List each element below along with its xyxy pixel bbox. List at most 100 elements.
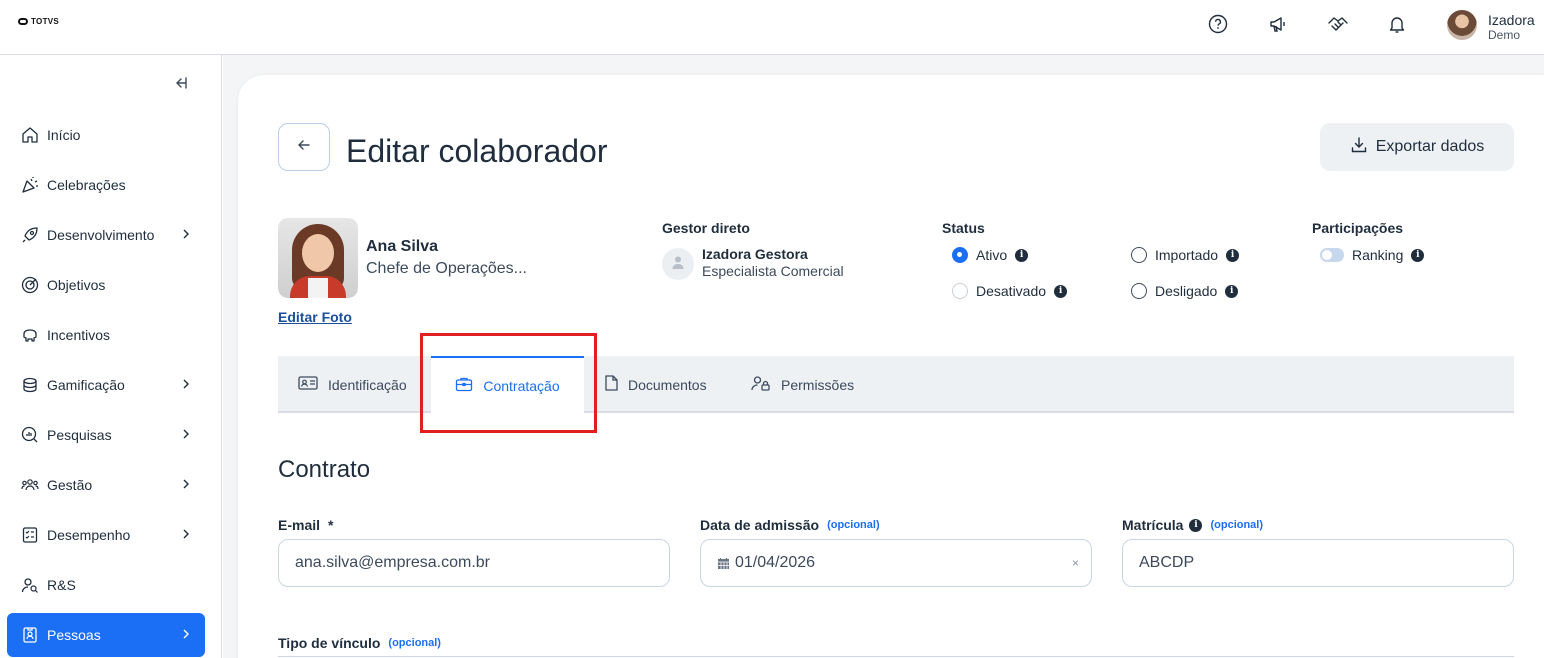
download-icon <box>1350 136 1368 159</box>
manager-name[interactable]: Izadora Gestora <box>702 246 808 262</box>
page-title: Editar colaborador <box>346 133 608 169</box>
rocket-icon <box>21 226 39 244</box>
chevron-right-icon <box>179 377 193 391</box>
info-icon[interactable]: i <box>1411 248 1425 262</box>
user-subtitle: Demo <box>1488 28 1521 42</box>
sidebar-item-incentivos[interactable]: Incentivos <box>7 313 205 357</box>
sidebar-item-gamificacao[interactable]: Gamificação <box>7 363 205 407</box>
radio-unchecked[interactable] <box>1131 247 1147 263</box>
status-radio-ativo[interactable]: Ativo i <box>952 247 1029 263</box>
admission-date-label: Data de admissão (opcional) <box>700 517 880 533</box>
contract-section-title: Contrato <box>278 456 371 483</box>
status-radio-importado[interactable]: Importado i <box>1131 247 1240 263</box>
tab-identificacao[interactable]: Identificação <box>298 356 407 413</box>
email-field[interactable]: ana.silva@empresa.com.br <box>278 539 670 587</box>
user-avatar[interactable] <box>1447 10 1477 40</box>
chevron-right-icon <box>179 227 193 241</box>
survey-icon <box>21 426 39 444</box>
sidebar-item-label: Pesquisas <box>47 427 112 443</box>
sidebar-item-label: Gestão <box>47 477 93 493</box>
calendar-icon[interactable] <box>717 557 730 570</box>
sidebar-item-label: Incentivos <box>47 327 111 343</box>
recruit-icon <box>21 576 39 594</box>
info-icon[interactable]: i <box>1225 284 1239 298</box>
bell-icon[interactable] <box>1386 13 1408 35</box>
totvs-logo[interactable]: TOTVS <box>18 17 59 26</box>
employee-name: Ana Silva <box>366 238 439 255</box>
admission-date-field[interactable]: 01/04/2026 × <box>700 539 1092 587</box>
sidebar-item-label: Objetivos <box>47 277 106 293</box>
handshake-icon[interactable] <box>1327 13 1349 35</box>
user-placeholder-icon <box>671 255 685 274</box>
participations-section-label: Participações <box>1312 220 1404 236</box>
chevron-right-icon <box>179 527 193 541</box>
sidebar-item-inicio[interactable]: Início <box>7 113 205 157</box>
sidebar-item-label: Gamificação <box>47 377 125 393</box>
chevron-right-icon <box>179 627 193 641</box>
info-icon[interactable]: i <box>1226 248 1240 262</box>
coins-icon <box>21 376 39 394</box>
clear-date-icon[interactable]: × <box>1072 556 1079 570</box>
sidebar-item-label: Celebrações <box>47 177 126 193</box>
team-icon <box>21 476 39 494</box>
employee-photo <box>278 218 358 298</box>
target-icon <box>21 276 39 294</box>
sidebar-item-pesquisas[interactable]: Pesquisas <box>7 413 205 457</box>
megaphone-icon[interactable] <box>1267 13 1289 35</box>
sidebar-item-label: Desenvolvimento <box>47 227 155 243</box>
user-name[interactable]: Izadora <box>1488 12 1535 28</box>
piggy-bank-icon <box>21 326 39 344</box>
registration-field[interactable]: ABCDP <box>1122 539 1514 587</box>
sidebar-item-label: R&S <box>47 577 76 593</box>
info-icon[interactable]: i <box>1189 518 1203 532</box>
optional-tag: (opcional) <box>827 519 880 531</box>
ranking-toggle-row[interactable]: Ranking i <box>1320 247 1425 263</box>
document-icon <box>604 375 618 394</box>
sidebar-item-label: Desempenho <box>47 527 131 543</box>
link-type-label: Tipo de vínculo (opcional) <box>278 635 441 651</box>
tab-permissoes[interactable]: Permissões <box>751 356 854 413</box>
sidebar-item-label: Início <box>47 127 81 143</box>
export-data-button[interactable]: Exportar dados <box>1320 123 1514 171</box>
sidebar-item-celebracoes[interactable]: Celebrações <box>7 163 205 207</box>
user-lock-icon <box>751 375 771 394</box>
highlight-annotation-box <box>420 333 597 433</box>
badge-icon <box>21 626 39 644</box>
party-icon <box>21 176 39 194</box>
required-mark: * <box>328 517 334 533</box>
registration-label: Matrícula i (opcional) <box>1122 517 1264 533</box>
help-icon[interactable] <box>1207 13 1229 35</box>
status-section-label: Status <box>942 220 985 236</box>
edit-photo-link[interactable]: Editar Foto <box>278 309 352 325</box>
back-button[interactable] <box>278 123 330 171</box>
ranking-toggle[interactable] <box>1320 248 1344 262</box>
radio-disabled <box>952 283 968 299</box>
checklist-icon <box>21 526 39 544</box>
radio-unchecked[interactable] <box>1131 283 1147 299</box>
optional-tag: (opcional) <box>388 637 441 649</box>
sidebar-item-label: Pessoas <box>47 627 101 643</box>
sidebar-item-rs[interactable]: R&S <box>7 563 205 607</box>
sidebar-item-gestao[interactable]: Gestão <box>7 463 205 507</box>
manager-role: Especialista Comercial <box>702 263 844 279</box>
logo-mark-icon <box>18 18 28 25</box>
id-card-icon <box>298 375 318 394</box>
chevron-right-icon <box>179 427 193 441</box>
top-bar: TOTVS Izadora Demo <box>0 0 1544 55</box>
arrow-left-icon <box>296 137 312 158</box>
status-radio-desligado[interactable]: Desligado i <box>1131 283 1239 299</box>
employee-role: Chefe de Operações... <box>366 260 527 277</box>
collapse-sidebar-icon[interactable] <box>172 75 190 93</box>
info-icon[interactable]: i <box>1015 248 1029 262</box>
status-radio-desativado[interactable]: Desativado i <box>952 283 1068 299</box>
radio-checked[interactable] <box>952 247 968 263</box>
optional-tag: (opcional) <box>1210 519 1264 531</box>
sidebar-item-objetivos[interactable]: Objetivos <box>7 263 205 307</box>
home-icon <box>21 126 39 144</box>
tab-documentos[interactable]: Documentos <box>604 356 707 413</box>
sidebar-item-desenvolvimento[interactable]: Desenvolvimento <box>7 213 205 257</box>
info-icon[interactable]: i <box>1054 284 1068 298</box>
sidebar-item-pessoas[interactable]: Pessoas <box>7 613 205 657</box>
sidebar-item-desempenho[interactable]: Desempenho <box>7 513 205 557</box>
manager-section-label: Gestor direto <box>662 220 750 236</box>
